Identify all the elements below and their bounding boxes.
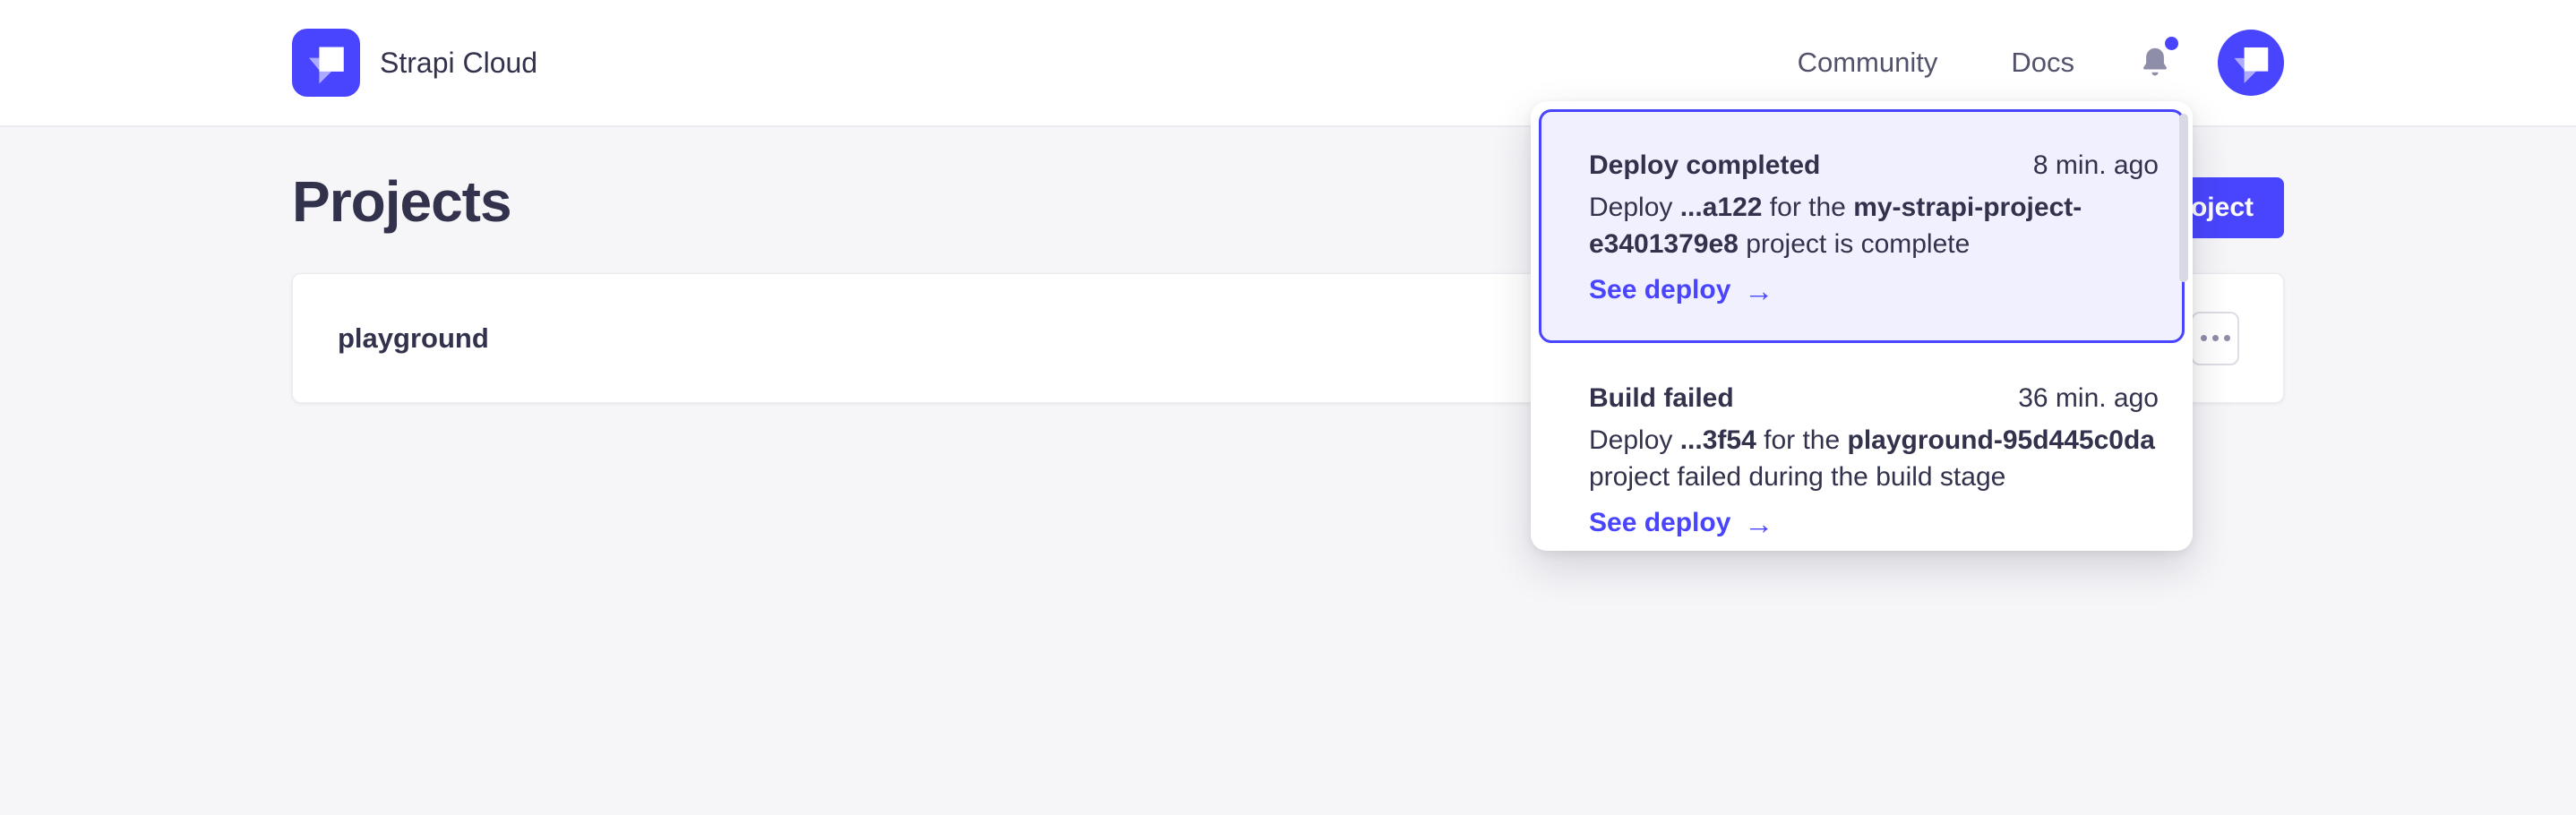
notifications-bell-button[interactable]	[2139, 44, 2171, 82]
bell-icon	[2139, 44, 2171, 82]
nav-link-docs[interactable]: Docs	[2011, 47, 2074, 79]
more-options-icon	[2224, 335, 2230, 341]
panel-scrollbar-thumb[interactable]	[2179, 114, 2188, 282]
avatar-strapi-icon	[2218, 30, 2284, 96]
header-nav: Community Docs	[1798, 30, 2284, 96]
project-name: playground	[338, 322, 489, 355]
see-deploy-label: See deploy	[1589, 507, 1730, 539]
unread-indicator-dot	[2165, 37, 2178, 50]
nav-link-community[interactable]: Community	[1798, 47, 1938, 79]
notification-header: Build failed 36 min. ago	[1589, 382, 2159, 415]
notification-item-build-failed[interactable]: Build failed 36 min. ago Deploy ...3f54 …	[1539, 343, 2185, 557]
notification-item-deploy-completed[interactable]: Deploy completed 8 min. ago Deploy ...a1…	[1539, 109, 2185, 343]
user-avatar[interactable]	[2218, 30, 2284, 96]
strapi-cloud-page: Strapi Cloud Community Docs	[0, 0, 2576, 815]
arrow-right-icon: →	[1744, 276, 1773, 305]
strapi-logo[interactable]	[292, 29, 360, 97]
notification-message: Deploy ...3f54 for the playground-95d445…	[1589, 422, 2159, 495]
see-deploy-label: See deploy	[1589, 274, 1730, 306]
more-options-icon	[2212, 335, 2219, 341]
notification-title: Deploy completed	[1589, 150, 1820, 182]
notification-timestamp: 8 min. ago	[2033, 150, 2159, 182]
more-options-icon	[2201, 335, 2207, 341]
notification-message: Deploy ...a122 for the my-strapi-project…	[1589, 189, 2159, 262]
see-deploy-link[interactable]: See deploy →	[1589, 507, 1773, 539]
brand-name: Strapi Cloud	[380, 47, 537, 80]
see-deploy-link[interactable]: See deploy →	[1589, 274, 1773, 306]
notification-header: Deploy completed 8 min. ago	[1589, 150, 2159, 182]
notifications-panel: Deploy completed 8 min. ago Deploy ...a1…	[1531, 101, 2193, 551]
notification-title: Build failed	[1589, 382, 1734, 415]
page-title: Projects	[292, 168, 511, 235]
project-options-button[interactable]	[2191, 312, 2239, 365]
notification-timestamp: 36 min. ago	[2018, 382, 2159, 415]
arrow-right-icon: →	[1744, 509, 1773, 538]
strapi-logo-icon	[292, 29, 360, 97]
